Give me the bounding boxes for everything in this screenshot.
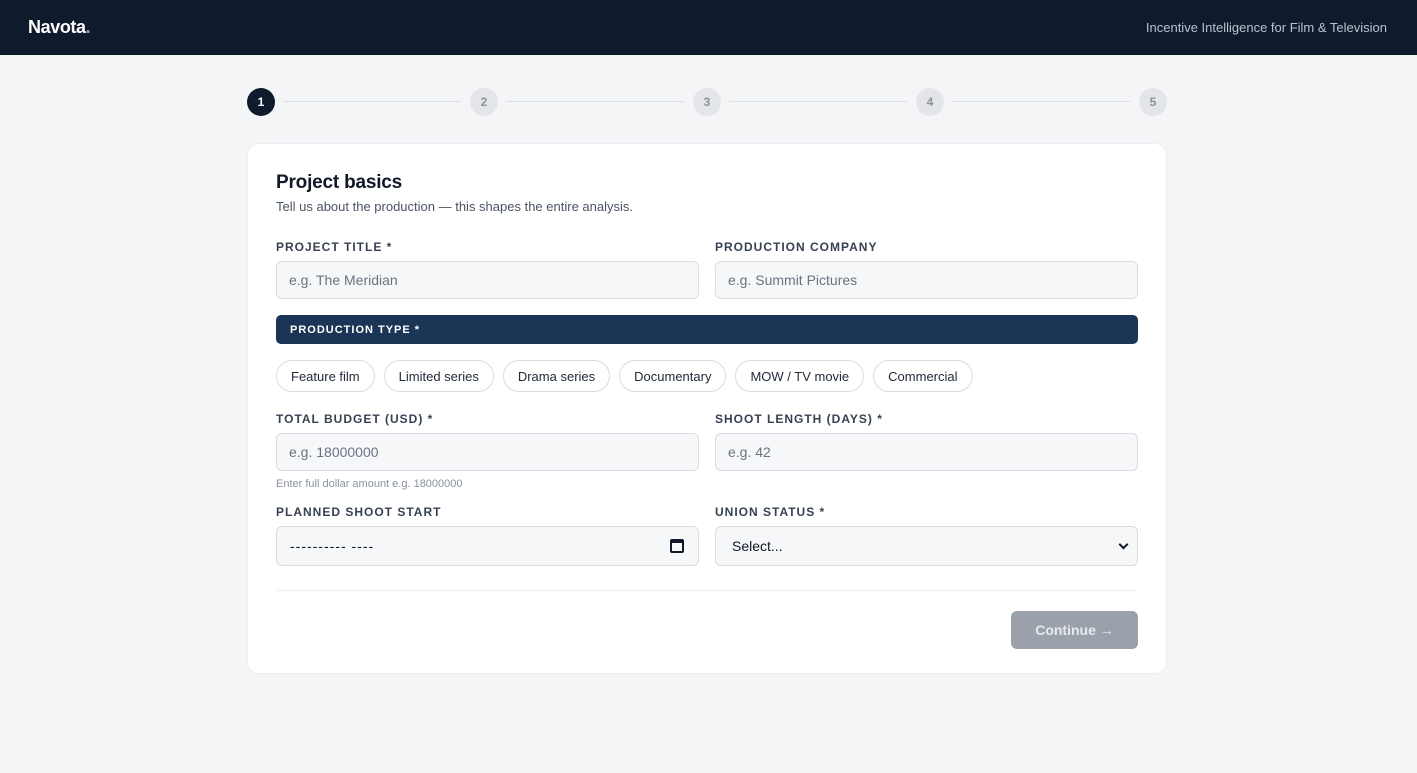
project-basics-card: Project basics Tell us about the product… xyxy=(247,143,1167,674)
chip-documentary[interactable]: Documentary xyxy=(619,360,727,392)
step-connector xyxy=(952,101,1130,102)
step-connector xyxy=(283,101,461,102)
tagline: Incentive Intelligence for Film & Televi… xyxy=(1145,20,1387,35)
row-title-company: Project title * Production company xyxy=(276,240,1138,299)
shoot-start-field: Planned shoot start ---------- ---- xyxy=(276,505,699,566)
project-title-field: Project title * xyxy=(276,240,699,299)
shoot-length-input[interactable] xyxy=(715,433,1138,471)
production-company-input[interactable] xyxy=(715,261,1138,299)
chevron-down-icon xyxy=(1118,539,1129,549)
card-title: Project basics xyxy=(276,172,403,193)
union-status-selected: Select... xyxy=(732,538,783,554)
step-5[interactable]: 5 xyxy=(1139,88,1167,116)
shoot-start-date-input[interactable]: ---------- ---- xyxy=(276,526,699,566)
progress-stepper: 1 2 3 4 5 xyxy=(247,88,1167,116)
shoot-start-label: Planned shoot start xyxy=(276,505,442,519)
row-start-union: Planned shoot start ---------- ---- Unio… xyxy=(276,505,1138,566)
chip-mow-tv-movie[interactable]: MOW / TV movie xyxy=(735,360,865,392)
card-subtitle: Tell us about the production — this shap… xyxy=(276,199,633,214)
step-4[interactable]: 4 xyxy=(916,88,944,116)
production-company-field: Production company xyxy=(715,240,1138,299)
production-type-header: PRODUCTION TYPE * xyxy=(276,315,1138,344)
continue-button[interactable]: Continue → xyxy=(1011,611,1138,649)
total-budget-hint: Enter full dollar amount e.g. 18000000 xyxy=(276,478,463,490)
step-3[interactable]: 3 xyxy=(693,88,721,116)
logo[interactable]: Navota. xyxy=(28,17,91,38)
top-bar: Navota. Incentive Intelligence for Film … xyxy=(0,0,1417,55)
shoot-length-field: Shoot length (days) * xyxy=(715,412,1138,490)
shoot-length-label: Shoot length (days) * xyxy=(715,412,883,426)
project-title-input[interactable] xyxy=(276,261,699,299)
step-1[interactable]: 1 xyxy=(247,88,275,116)
logo-dot: . xyxy=(85,17,91,37)
calendar-icon[interactable] xyxy=(670,539,684,553)
total-budget-input[interactable] xyxy=(276,433,699,471)
row-budget-length: Total budget (USD) * Enter full dollar a… xyxy=(276,412,1138,490)
card-footer: Continue → xyxy=(276,611,1138,649)
chip-feature-film[interactable]: Feature film xyxy=(276,360,375,392)
step-2[interactable]: 2 xyxy=(470,88,498,116)
shoot-start-value: ---------- ---- xyxy=(290,538,375,554)
union-status-label: Union status * xyxy=(715,505,826,519)
footer-divider xyxy=(276,590,1138,591)
step-connector xyxy=(729,101,907,102)
total-budget-field: Total budget (USD) * Enter full dollar a… xyxy=(276,412,699,490)
chip-drama-series[interactable]: Drama series xyxy=(502,360,611,392)
step-connector xyxy=(506,101,684,102)
logo-text: Navota xyxy=(28,17,86,37)
production-type-options: Feature film Limited series Drama series… xyxy=(276,360,1138,392)
union-status-field: Union status * Select... xyxy=(715,505,1138,566)
chip-commercial[interactable]: Commercial xyxy=(873,360,973,392)
production-company-label: Production company xyxy=(715,240,878,254)
project-title-label: Project title * xyxy=(276,240,393,254)
union-status-select[interactable]: Select... xyxy=(715,526,1138,566)
total-budget-label: Total budget (USD) * xyxy=(276,412,434,426)
chip-limited-series[interactable]: Limited series xyxy=(383,360,494,392)
